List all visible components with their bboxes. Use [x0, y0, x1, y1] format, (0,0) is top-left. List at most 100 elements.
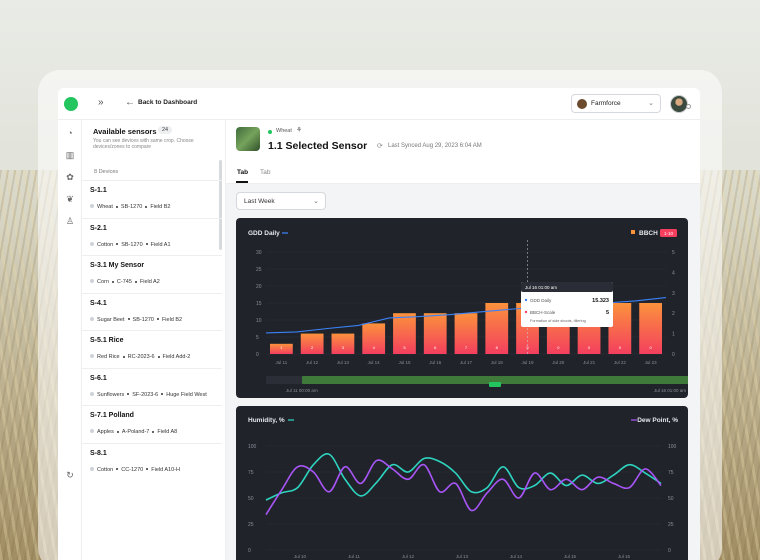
panel-title: Available sensors [93, 127, 157, 136]
gdd-bar[interactable] [331, 333, 355, 354]
tab-1[interactable]: Tab [237, 169, 248, 176]
x-tick: Jul 17 [460, 360, 473, 365]
sensor-crop: Red Rice [97, 354, 120, 360]
sensor-list-item[interactable]: S-7.1 Polland Apples A-Poland-7 Field A8 [82, 405, 222, 443]
sensor-meta: Corn C-745 Field A2 [90, 279, 160, 285]
back-to-dashboard-link[interactable]: Back to Dashboard [138, 99, 197, 106]
x-tick: Jul 10 [294, 554, 307, 559]
sensors-icon[interactable]: ✿ [65, 172, 75, 182]
x-tick: Jul 16 [429, 360, 442, 365]
x-tick: Jul 19 [522, 360, 535, 365]
sensor-header: Wheat ⚘ 1.1 Selected Sensor ⟳ Last Synce… [226, 120, 700, 184]
humidity-chart: Humidity, % Dew Point, % 0 0 25 25 50 50 75 75 100… [248, 417, 678, 559]
chart-title: Humidity, % [248, 417, 285, 424]
logo-icon[interactable] [64, 97, 78, 111]
sensor-model: SB-1270 [121, 241, 143, 248]
map-icon[interactable]: ▥ [65, 150, 75, 160]
sensor-name: S-5.1 Rice [90, 337, 124, 344]
tab-2[interactable]: Tab [260, 169, 270, 176]
top-bar: » ← Back to Dashboard Farmforce ⌄ [58, 88, 700, 120]
legend-dew-point: Dew Point, % [637, 417, 678, 424]
sensor-crop: Sunflowers [97, 391, 125, 398]
separator-dot [116, 468, 119, 471]
sensor-name: S-1.1 [90, 187, 107, 194]
sensor-meta: Red Rice RC-2023-6 Field Add-2 [90, 354, 190, 360]
sensor-crop: Cotton [97, 241, 114, 248]
date-range-select[interactable]: Last Week ⌄ [236, 192, 326, 210]
y-tick-right: 0 [668, 548, 671, 554]
farm-select[interactable]: Farmforce ⌄ [571, 94, 661, 113]
page-title: 1.1 Selected Sensor [268, 140, 368, 152]
range-handle[interactable] [489, 382, 501, 387]
x-tick: Jul 14 [368, 360, 381, 365]
sensor-panel: Available sensors 24 You can see devices… [82, 120, 226, 560]
x-tick: Jul 12 [306, 360, 319, 365]
refresh-icon[interactable]: ↻ [65, 470, 75, 480]
y-tick-left: 10 [256, 318, 262, 324]
sensor-list-item[interactable]: S-4.1 Sugar Beet SB-1270 Field B2 [82, 292, 222, 331]
tooltip-note: Formation of side shoots, tillering [530, 319, 586, 323]
separator-dot [146, 468, 149, 471]
sensor-model: SB-1270 [132, 316, 154, 323]
arrow-left-icon[interactable]: ← [125, 97, 135, 108]
icon-rail: ◔ ▥ ✿ ❦ ♙ ↻ [58, 120, 82, 560]
sensor-name: S-4.1 [90, 299, 107, 307]
x-tick: Jul 18 [491, 360, 504, 365]
gdd-bar[interactable] [300, 333, 324, 354]
date-range-value: Last Week [244, 198, 275, 205]
y-tick-left: 15 [256, 301, 262, 307]
y-tick-right: 100 [668, 444, 677, 450]
sensor-list-item[interactable]: S-8.1 Cotton CC-1270 Field A10-H [82, 442, 222, 481]
gdd-chart: GDD Daily BBCH 1-100510152025300123451Jul … [248, 229, 688, 393]
separator-dot [127, 393, 130, 396]
tooltip-date: Jul 16 01:00 am [525, 285, 557, 290]
y-tick-left: 100 [248, 444, 257, 450]
sensor-list-item[interactable]: S-1.1 Wheat SB-1270 Field B2 [82, 180, 222, 218]
y-tick-right: 0 [672, 352, 675, 358]
leaf-icon[interactable]: ❦ [65, 194, 75, 204]
y-tick-left: 30 [256, 250, 262, 256]
x-tick: Jul 15 [398, 360, 411, 365]
chevron-down-icon: ⌄ [313, 198, 319, 205]
avatar-menu-icon[interactable] [686, 104, 691, 109]
y-tick-left: 25 [248, 522, 254, 528]
sensor-field: Field A10-H [151, 466, 180, 473]
sensor-model: CC-1270 [121, 466, 144, 473]
sensor-list-item[interactable]: S-2.1 Cotton SB-1270 Field A1 [82, 217, 222, 256]
sensor-field: Field B2 [161, 316, 183, 323]
tab-indicator [236, 181, 248, 183]
y-tick-left: 0 [256, 352, 259, 358]
separator-dot [156, 318, 159, 321]
dew-point-line [265, 459, 662, 516]
y-tick-right: 75 [668, 470, 674, 476]
user-icon[interactable]: ♙ [65, 216, 75, 226]
legend-swatch [631, 230, 635, 234]
devices-count: 8 Devices [94, 169, 119, 175]
double-chevron-right-icon[interactable]: » [98, 97, 104, 108]
x-tick: Jul 11 [348, 554, 360, 559]
x-tick: Jul 14 [510, 554, 523, 559]
sensor-model: SF-2023-6 [132, 391, 159, 398]
y-tick-right: 3 [672, 291, 675, 297]
separator-dot [111, 280, 114, 283]
tooltip-gdd-label: GDD Daily [530, 298, 552, 303]
sensor-model: A-Poland-7 [121, 429, 150, 435]
sensor-crop: Sugar Beet [97, 316, 125, 323]
chart-title: GDD Daily [248, 230, 280, 237]
separator-dot [145, 243, 148, 246]
panel-subtitle: You can see devices with same crop. Choo… [93, 138, 194, 150]
tooltip-gdd-dot [524, 298, 528, 302]
sync-icon[interactable]: ⟳ [377, 142, 383, 150]
y-tick-right: 1 [672, 332, 675, 338]
separator-dot [134, 280, 137, 283]
x-tick: Jul 22 [614, 360, 627, 365]
x-tick: Jul 11 [276, 360, 288, 365]
dashboard-icon[interactable]: ◔ [65, 128, 75, 138]
crop-dot [90, 316, 94, 321]
sensor-list-item[interactable]: S-5.1 Rice Red Rice RC-2023-6 Field Add-2 [82, 330, 222, 368]
sensor-list-item[interactable]: S-6.1 Sunflowers SF-2023-6 Huge Field West [82, 367, 222, 406]
sensor-field: Field Add-2 [162, 354, 191, 360]
avatar[interactable] [670, 95, 688, 113]
sensor-list-item[interactable]: S-3.1 My Sensor Corn C-745 Field A2 [82, 255, 222, 293]
sensor-field: Field A2 [139, 279, 160, 285]
